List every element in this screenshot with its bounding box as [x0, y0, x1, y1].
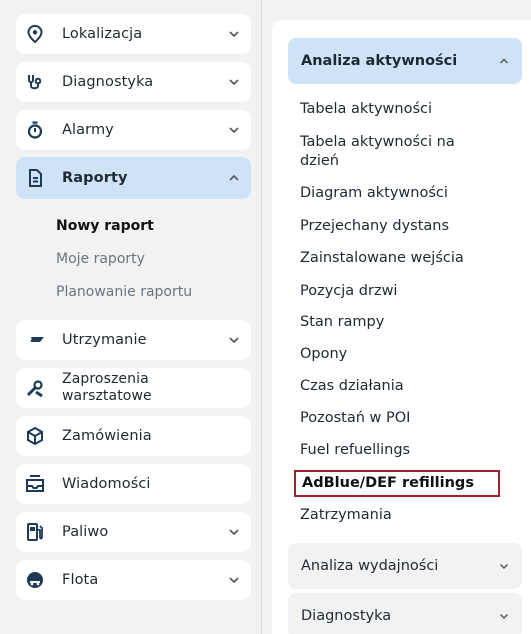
report-link[interactable]: Pozostań w POI — [300, 409, 410, 428]
wrench-icon — [24, 329, 46, 351]
chevron-up-icon — [229, 174, 239, 181]
section-header-diagnostyka[interactable]: Diagnostyka — [288, 593, 522, 634]
sidebar-item-raporty[interactable]: Raporty — [16, 157, 251, 199]
stethoscope-icon — [24, 71, 46, 93]
section-header-analiza-wydajnosci[interactable]: Analiza wydajności — [288, 543, 522, 589]
section-title: Analiza wydajności — [301, 558, 439, 574]
submenu-item-nowy-raport[interactable]: Nowy raport — [56, 218, 154, 234]
report-link[interactable]: Pozycja drzwi — [300, 282, 397, 301]
sidebar: Lokalizacja Diagnostyka Alarmy Raporty N… — [0, 0, 262, 634]
sidebar-item-wiadomosci[interactable]: Wiadomości — [16, 464, 251, 504]
fuel-pump-icon — [24, 521, 46, 543]
report-link[interactable]: Zatrzymania — [300, 506, 392, 525]
report-link-line2: dzień — [300, 153, 339, 169]
chevron-down-icon — [229, 127, 239, 134]
sidebar-item-label: Flota — [62, 572, 99, 588]
report-link-highlighted[interactable]: AdBlue/DEF refillings — [294, 470, 500, 497]
sidebar-item-label: Alarmy — [62, 122, 114, 138]
sidebar-item-paliwo[interactable]: Paliwo — [16, 512, 251, 552]
sidebar-item-label: Diagnostyka — [62, 74, 154, 90]
chevron-down-icon — [499, 563, 509, 570]
chevron-up-icon — [499, 58, 509, 64]
sidebar-item-label: Zamówienia — [62, 428, 152, 444]
sidebar-item-flota[interactable]: Flota — [16, 560, 251, 600]
message-icon — [24, 473, 46, 495]
report-link-line1: Tabela aktywności na — [300, 134, 455, 150]
stopwatch-icon — [24, 119, 46, 141]
sidebar-item-label: Wiadomości — [62, 476, 151, 492]
box-icon — [24, 425, 46, 447]
section-header-analiza-aktywnosci[interactable]: Analiza aktywności — [288, 38, 522, 84]
chevron-down-icon — [229, 337, 239, 344]
sidebar-item-label: Lokalizacja — [62, 26, 143, 42]
report-link[interactable]: Tabela aktywności — [300, 100, 432, 119]
chevron-down-icon — [229, 577, 239, 584]
sidebar-item-label-line1: Zaproszenia — [62, 371, 149, 387]
section-title: Diagnostyka — [301, 608, 392, 624]
sidebar-item-utrzymanie[interactable]: Utrzymanie — [16, 320, 251, 360]
tools-icon — [24, 377, 46, 399]
sidebar-item-diagnostyka[interactable]: Diagnostyka — [16, 62, 251, 102]
sidebar-item-label: Raporty — [62, 170, 128, 186]
report-link[interactable]: Fuel refuellings — [300, 441, 410, 460]
report-link[interactable]: Zainstalowane wejścia — [300, 249, 464, 268]
report-link[interactable]: Przejechany dystans — [300, 217, 449, 236]
location-pin-icon — [24, 23, 46, 45]
sidebar-item-label-line2: warsztatowe — [62, 388, 152, 404]
chevron-down-icon — [229, 31, 239, 38]
chevron-down-icon — [229, 529, 239, 536]
sidebar-item-lokalizacja[interactable]: Lokalizacja — [16, 14, 251, 54]
report-link[interactable]: Diagram aktywności — [300, 184, 448, 203]
sidebar-item-zamowienia[interactable]: Zamówienia — [16, 416, 251, 456]
report-link[interactable]: Tabela aktywności na dzień — [300, 133, 455, 171]
document-icon — [24, 167, 46, 189]
submenu-item-planowanie-raportu[interactable]: Planowanie raportu — [56, 284, 192, 300]
report-link[interactable]: Stan rampy — [300, 313, 384, 332]
fleet-icon — [24, 569, 46, 591]
chevron-down-icon — [499, 613, 509, 620]
report-link[interactable]: Opony — [300, 345, 347, 364]
sidebar-item-zaproszenia-warsztatowe[interactable]: Zaproszenia warsztatowe — [16, 368, 251, 408]
sidebar-item-alarmy[interactable]: Alarmy — [16, 110, 251, 150]
chevron-down-icon — [229, 79, 239, 86]
sidebar-item-label: Utrzymanie — [62, 332, 147, 348]
sidebar-item-label: Zaproszenia warsztatowe — [62, 371, 152, 405]
section-title: Analiza aktywności — [301, 53, 458, 69]
submenu-item-moje-raporty[interactable]: Moje raporty — [56, 251, 145, 267]
sidebar-item-label: Paliwo — [62, 524, 109, 540]
report-link[interactable]: Czas działania — [300, 377, 404, 396]
